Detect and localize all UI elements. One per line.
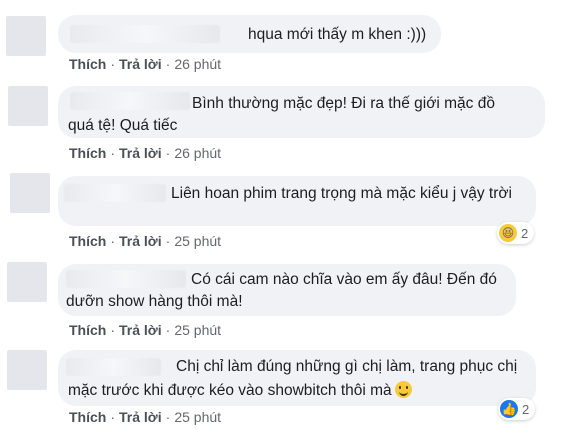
- comment-text-line-2: mặc trước khi được kéo vào showbitch thô…: [68, 379, 412, 402]
- avatar[interactable]: [10, 173, 50, 213]
- reaction-summary[interactable]: 😆 2: [497, 222, 535, 244]
- separator: ·: [110, 145, 116, 161]
- comment-bubble: Liên hoan phim trang trọng mà mặc kiểu j…: [58, 176, 536, 226]
- comment-text-line-2-text: mặc trước khi được kéo vào showbitch thô…: [68, 382, 392, 399]
- comment-actions: Thích · Trả lời · 26 phút: [69, 56, 221, 72]
- avatar[interactable]: [6, 16, 46, 56]
- separator: ·: [110, 233, 116, 249]
- comment-text-line-1: Có cái cam nào chĩa vào em ấy đâu! Đến đ…: [191, 271, 497, 288]
- author-name[interactable]: [66, 270, 186, 288]
- like-link[interactable]: Thích: [69, 409, 106, 425]
- timestamp[interactable]: 26 phút: [174, 56, 221, 72]
- comment-actions: Thích · Trả lời · 25 phút: [69, 233, 221, 249]
- reply-link[interactable]: Trả lời: [119, 322, 162, 338]
- comment-bubble: Chị chỉ làm đúng những gì chị làm, trang…: [58, 350, 536, 406]
- avatar[interactable]: [8, 86, 48, 126]
- haha-emoji-icon: 😆: [499, 224, 517, 242]
- comment-text-line-2: dưỡn show hàng thôi mà!: [66, 293, 243, 310]
- like-link[interactable]: Thích: [69, 56, 106, 72]
- separator: ·: [110, 409, 116, 425]
- like-link[interactable]: Thích: [69, 322, 106, 338]
- comment-text-line-1: Bình thường mặc đẹp! Đi ra thế giới mặc …: [192, 95, 495, 112]
- reply-link[interactable]: Trả lời: [119, 233, 162, 249]
- comment-text-line-1: Chị chỉ làm đúng những gì chị làm, trang…: [176, 358, 518, 375]
- smile-emoji-icon: [394, 381, 412, 398]
- separator: ·: [110, 322, 116, 338]
- comment-text-line-2: quá tệ! Quá tiếc: [68, 117, 178, 134]
- comment-actions: Thích · Trả lời · 25 phút: [69, 409, 221, 425]
- reply-link[interactable]: Trả lời: [119, 56, 162, 72]
- separator: ·: [110, 56, 116, 72]
- author-name[interactable]: [70, 25, 220, 43]
- like-link[interactable]: Thích: [69, 233, 106, 249]
- reaction-summary[interactable]: 👍 2: [498, 398, 536, 420]
- comment-bubble: hqua mới thấy m khen :))): [58, 15, 441, 53]
- separator: ·: [165, 322, 171, 338]
- comment-bubble: Bình thường mặc đẹp! Đi ra thế giới mặc …: [58, 86, 545, 138]
- reply-link[interactable]: Trả lời: [119, 145, 162, 161]
- timestamp[interactable]: 25 phút: [174, 233, 221, 249]
- comment-actions: Thích · Trả lời · 26 phút: [69, 145, 221, 161]
- separator: ·: [165, 145, 171, 161]
- reaction-count: 2: [522, 401, 530, 417]
- comment-text: Liên hoan phim trang trọng mà mặc kiểu j…: [171, 185, 512, 202]
- timestamp[interactable]: 26 phút: [174, 145, 221, 161]
- timestamp[interactable]: 25 phút: [174, 322, 221, 338]
- timestamp[interactable]: 25 phút: [174, 409, 221, 425]
- separator: ·: [165, 233, 171, 249]
- like-icon: 👍: [500, 400, 518, 418]
- comment-actions: Thích · Trả lời · 25 phút: [69, 322, 221, 338]
- reply-link[interactable]: Trả lời: [119, 409, 162, 425]
- author-name[interactable]: [70, 92, 190, 110]
- avatar[interactable]: [7, 350, 47, 390]
- reaction-count: 2: [521, 225, 529, 241]
- separator: ·: [165, 409, 171, 425]
- avatar[interactable]: [7, 262, 47, 302]
- like-link[interactable]: Thích: [69, 145, 106, 161]
- comment-text: hqua mới thấy m khen :))): [248, 26, 427, 43]
- separator: ·: [165, 56, 171, 72]
- author-name[interactable]: [64, 184, 166, 202]
- author-name[interactable]: [66, 358, 161, 376]
- comment-bubble: Có cái cam nào chĩa vào em ấy đâu! Đến đ…: [58, 264, 516, 316]
